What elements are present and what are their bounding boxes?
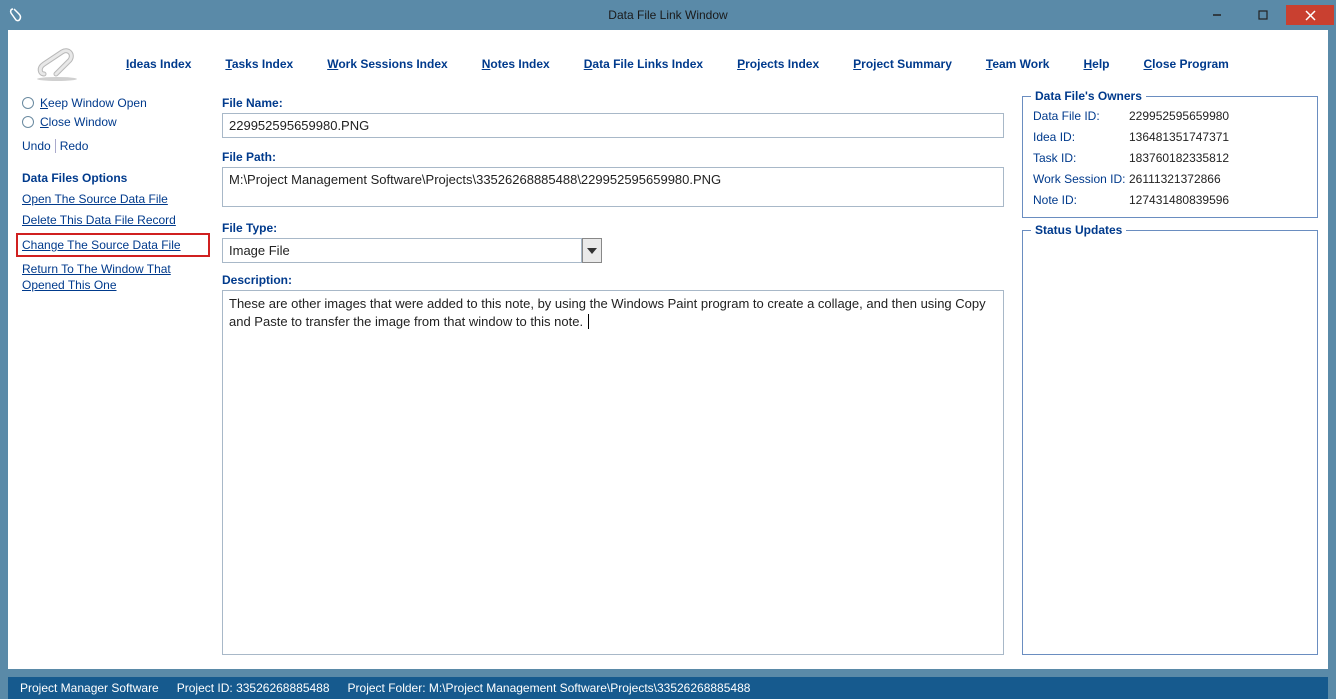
description-textarea[interactable]: These are other images that were added t… [222,290,1004,655]
file-path-input[interactable]: M:\Project Management Software\Projects\… [222,167,1004,207]
link-delete-data-file-record[interactable]: Delete This Data File Record [22,212,204,228]
window-title: Data File Link Window [608,8,727,22]
owner-task-id: Task ID:183760182335812 [1033,151,1307,165]
link-return-to-window[interactable]: Return To The Window ThatOpened This One [22,261,204,293]
chevron-down-icon[interactable] [582,238,602,263]
file-name-input[interactable]: 229952595659980.PNG [222,113,1004,138]
menu-close-program[interactable]: Close Program [1143,57,1228,71]
link-change-source-data-file[interactable]: Change The Source Data File [16,233,210,257]
menubar: Ideas Index Tasks Index Work Sessions In… [8,30,1328,92]
titlebar: Data File Link Window [0,0,1336,30]
file-type-combo[interactable]: Image File [222,238,602,263]
status-updates-fieldset: Status Updates [1022,230,1318,655]
redo-link[interactable]: Redo [60,139,89,153]
left-panel: Keep Window Open Close Window Undo Redo … [18,96,204,655]
file-name-label: File Name: [222,96,1004,110]
logo-paperclip-icon [32,44,82,84]
menu-project-summary[interactable]: Project Summary [853,57,952,71]
maximize-button[interactable] [1240,5,1286,25]
statusbar: Project Manager Software Project ID: 335… [8,677,1328,699]
file-type-value: Image File [222,238,582,263]
menu-team-work[interactable]: Team Work [986,57,1050,71]
status-updates-legend: Status Updates [1031,223,1126,237]
menu-data-file-links-index[interactable]: Data File Links Index [584,57,703,71]
status-app-name: Project Manager Software [20,681,159,695]
description-label: Description: [222,273,1004,287]
menu-help[interactable]: Help [1083,57,1109,71]
window-controls [1194,5,1336,25]
radio-close-window[interactable]: Close Window [22,115,204,129]
radio-icon [22,116,34,128]
menu-tasks-index[interactable]: Tasks Index [225,57,293,71]
menu-notes-index[interactable]: Notes Index [482,57,550,71]
status-project-id: Project ID: 33526268885488 [177,681,330,695]
separator [55,139,56,153]
minimize-button[interactable] [1194,5,1240,25]
owner-note-id: Note ID:127431480839596 [1033,193,1307,207]
app-paperclip-icon [8,7,24,23]
undo-link[interactable]: Undo [22,139,51,153]
menu-projects-index[interactable]: Projects Index [737,57,819,71]
owner-data-file-id: Data File ID:229952595659980 [1033,109,1307,123]
status-project-folder: Project Folder: M:\Project Management So… [348,681,751,695]
data-files-options-heading: Data Files Options [22,171,204,185]
owners-legend: Data File's Owners [1031,89,1146,103]
right-panel: Data File's Owners Data File ID:22995259… [1022,96,1318,655]
owners-fieldset: Data File's Owners Data File ID:22995259… [1022,96,1318,218]
file-type-label: File Type: [222,221,1004,235]
radio-keep-window-open[interactable]: Keep Window Open [22,96,204,110]
file-path-label: File Path: [222,150,1004,164]
radio-icon [22,97,34,109]
owner-work-session-id: Work Session ID:26111321372866 [1033,172,1307,186]
menu-work-sessions-index[interactable]: Work Sessions Index [327,57,448,71]
menu-ideas-index[interactable]: Ideas Index [126,57,191,71]
owner-idea-id: Idea ID:136481351747371 [1033,130,1307,144]
close-button[interactable] [1286,5,1334,25]
window-body: Ideas Index Tasks Index Work Sessions In… [8,30,1328,669]
form-panel: File Name: 229952595659980.PNG File Path… [222,96,1004,655]
link-open-source-data-file[interactable]: Open The Source Data File [22,191,204,207]
